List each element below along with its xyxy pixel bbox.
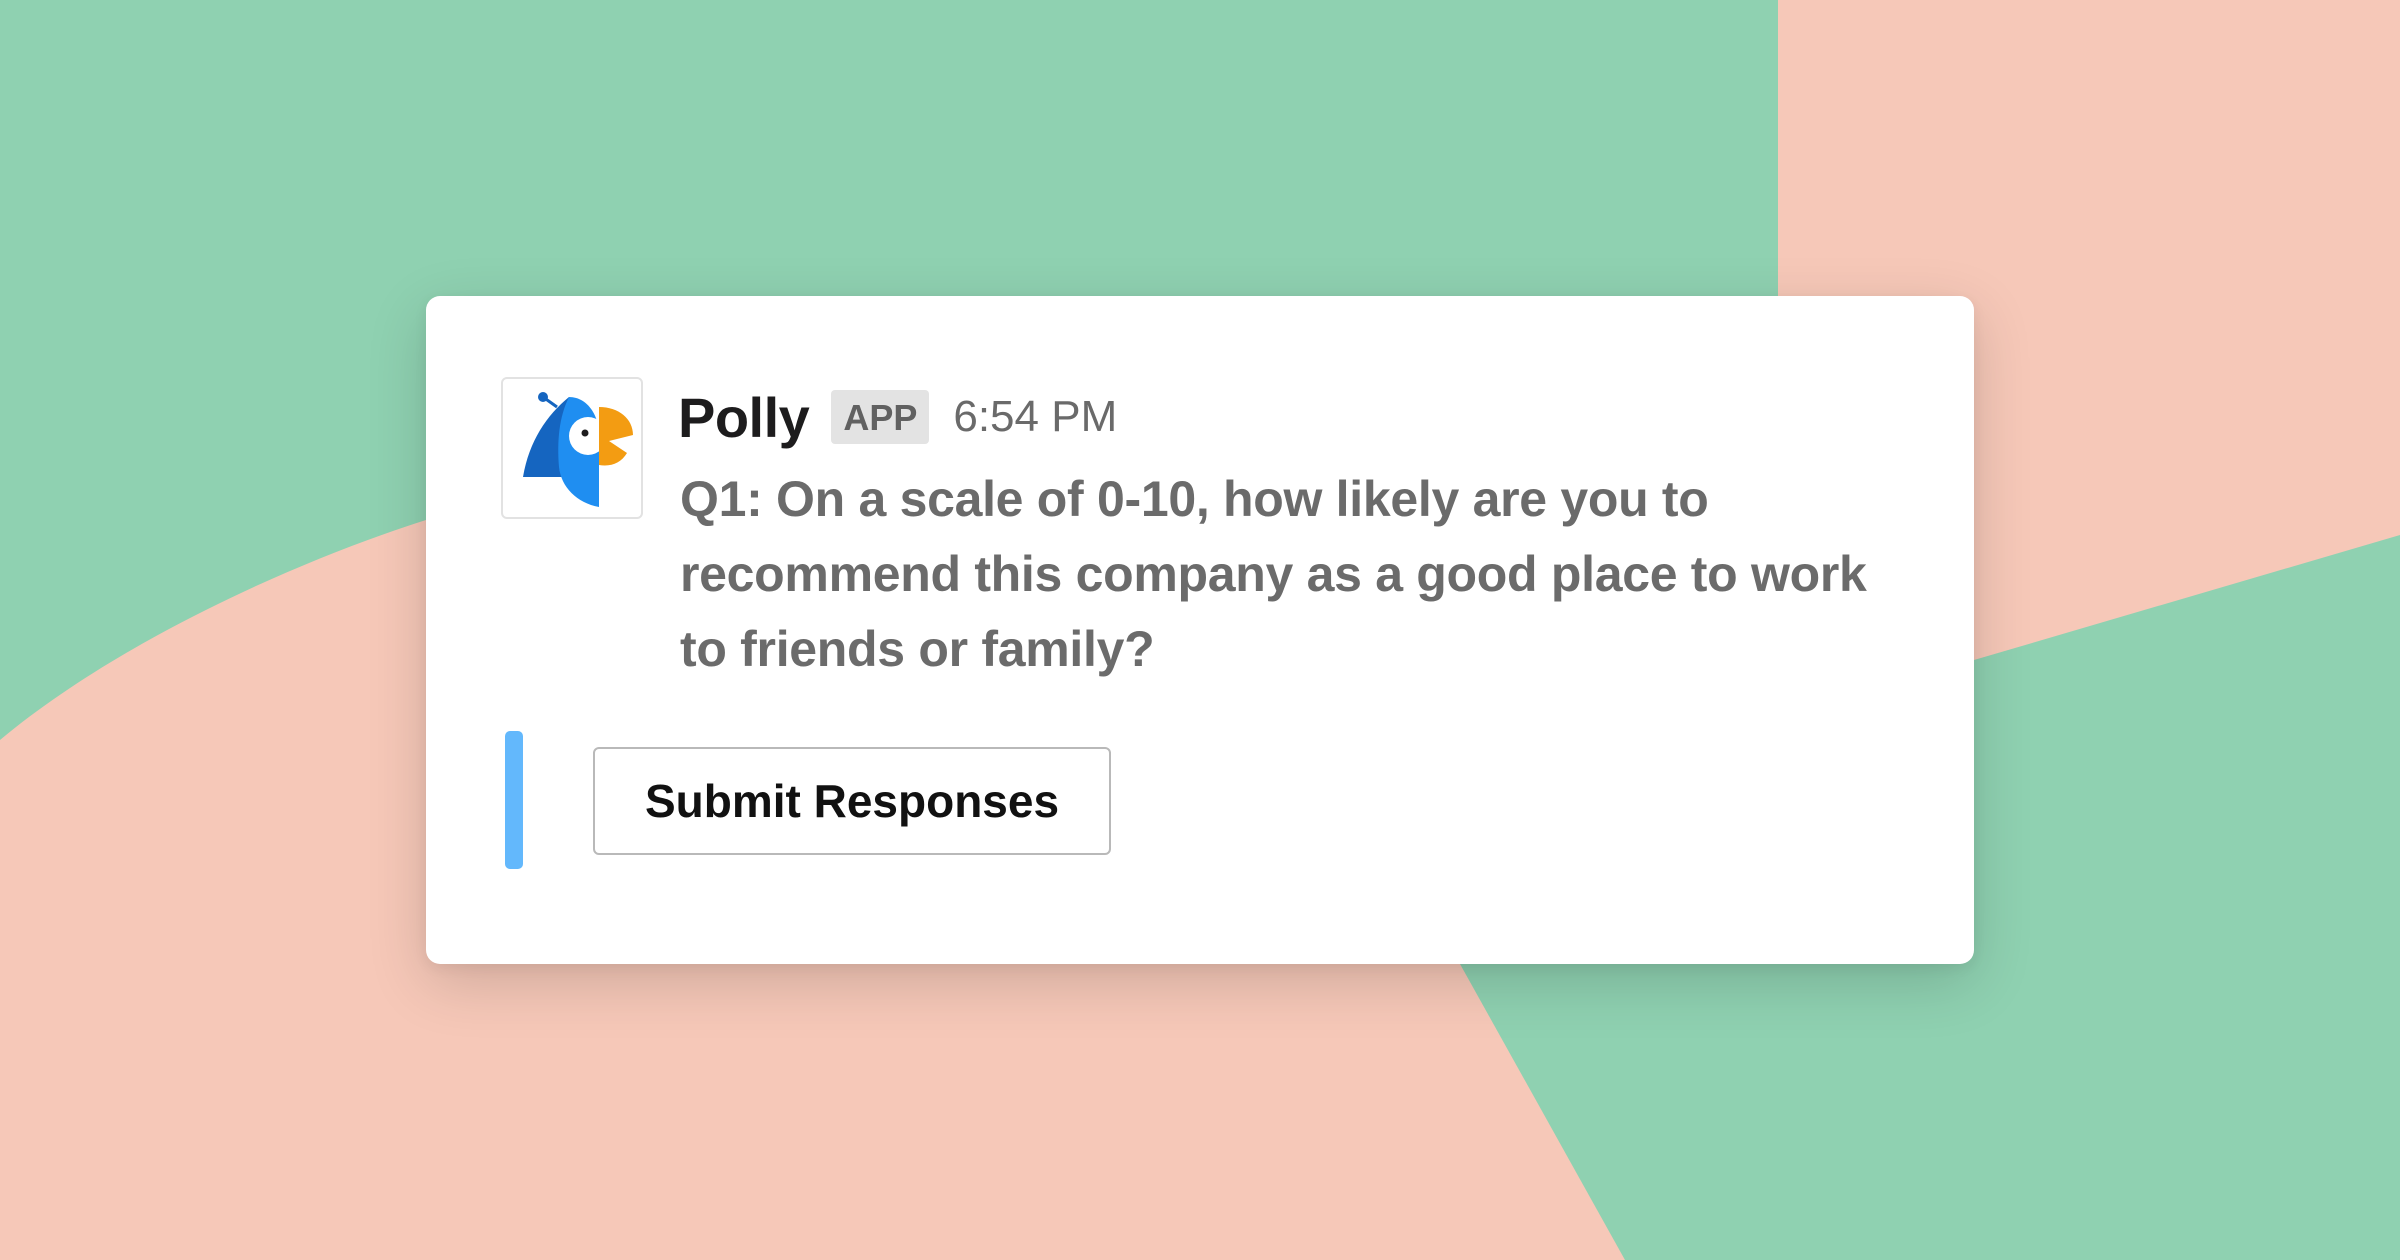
app-badge: APP — [831, 390, 930, 444]
polly-parrot-logo-icon — [523, 392, 633, 507]
submit-responses-button[interactable]: Submit Responses — [593, 747, 1111, 855]
message-header: Polly APP 6:54 PM — [678, 382, 1117, 452]
sender-name[interactable]: Polly — [678, 385, 810, 450]
message-card: Polly APP 6:54 PM Q1: On a scale of 0-10… — [426, 296, 1974, 964]
message-text: Q1: On a scale of 0-10, how likely are y… — [680, 471, 1867, 677]
timestamp[interactable]: 6:54 PM — [953, 392, 1117, 442]
avatar — [501, 377, 643, 519]
attachment-accent-bar — [505, 731, 523, 869]
